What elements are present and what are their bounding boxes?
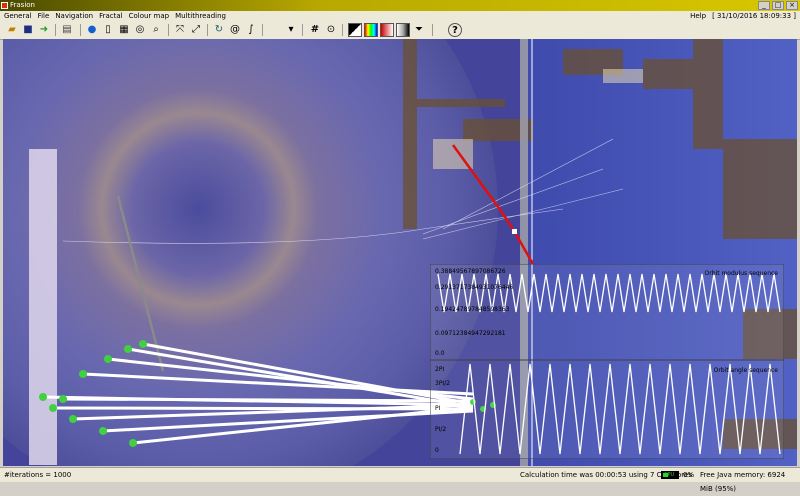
spiral-icon[interactable]: @	[228, 23, 242, 37]
curve-icon[interactable]: ∫	[244, 23, 258, 37]
app-icon	[1, 2, 8, 9]
modulus-tick-0: 0.38849567897086726	[435, 268, 506, 275]
orbit-sequence-panel: 0.38849567897086726 0.291371738493107644…	[430, 264, 784, 459]
bookmark-icon[interactable]: ▾	[284, 23, 298, 37]
angle-tick-0: 2PI	[435, 366, 445, 373]
fit-icon[interactable]: ⤧	[173, 23, 187, 37]
save-icon[interactable]: ■	[21, 23, 35, 37]
modulus-tick-2: 0.194247897848598363	[435, 306, 510, 313]
palette-icon[interactable]: ⊙	[324, 23, 338, 37]
modulus-tick-1: 0.2913717384931076446	[435, 284, 514, 291]
swatch-icon[interactable]	[380, 23, 394, 37]
window-title: Frasion	[10, 1, 35, 9]
title-bar: Frasion _ □ ×	[0, 0, 800, 11]
zoom-icon[interactable]: ⌕	[149, 23, 163, 37]
date-display: [ 31/10/2016 18:09:33 ]	[712, 12, 796, 20]
modulus-tick-3: 0.09712384947292181	[435, 330, 506, 337]
menu-colour-map[interactable]: Colour map	[129, 11, 170, 21]
maximize-button[interactable]: □	[772, 1, 784, 10]
info-icon[interactable]: ●	[85, 23, 99, 37]
swatch-2-icon[interactable]	[396, 23, 410, 37]
menu-help[interactable]: Help	[690, 11, 706, 21]
angle-tick-3: PI/2	[435, 426, 447, 433]
menu-fractal[interactable]: Fractal	[99, 11, 123, 21]
colour-icon[interactable]	[364, 23, 378, 37]
menu-general[interactable]: General	[4, 11, 32, 21]
menu-navigation[interactable]: Navigation	[55, 11, 93, 21]
gradient-icon[interactable]	[348, 23, 362, 37]
cpu-percent: 0%	[683, 471, 695, 479]
angle-tick-1: 3PI/2	[435, 380, 451, 387]
angle-tick-2: PI	[435, 405, 441, 412]
modulus-tick-4: 0.0	[435, 350, 445, 357]
orbit-sequence-plot	[430, 264, 784, 459]
filter-icon[interactable]: ⏷	[412, 23, 426, 37]
grid-icon[interactable]: ▦	[117, 23, 131, 37]
close-button[interactable]: ×	[786, 1, 798, 10]
minimize-button[interactable]: _	[758, 1, 770, 10]
print-icon[interactable]: ▤	[60, 23, 74, 37]
window-controls: _ □ ×	[758, 1, 798, 10]
menu-file[interactable]: File	[38, 11, 50, 21]
menu-multithreading[interactable]: Multithreading	[175, 11, 226, 21]
cpu-label: CPU	[664, 472, 675, 478]
fractal-canvas[interactable]: 0.38849567897086726 0.291371738493107644…	[3, 39, 797, 466]
free-memory: Free Java memory: 6924 MiB (95%)	[700, 471, 786, 493]
help-icon[interactable]: ?	[448, 23, 462, 37]
iterations-count: #iterations = 1000	[4, 471, 72, 479]
expand-icon[interactable]: ⤢	[189, 23, 203, 37]
target-icon[interactable]: ◎	[133, 23, 147, 37]
toolbar: ▰ ■ ➜ ▤ ● ▯ ▦ ◎ ⌕ ⤧ ⤢ ↻ @ ∫ ▾ # ⊙ ⏷ ?	[0, 21, 800, 40]
angle-tick-4: 0	[435, 447, 439, 454]
angle-sequence-title: Orbit angle sequence	[713, 367, 778, 374]
status-bar: #iterations = 1000 Calculation time was …	[0, 467, 800, 493]
menu-bar: General File Navigation Fractal Colour m…	[0, 11, 800, 21]
open-folder-icon[interactable]: ▰	[5, 23, 19, 37]
export-icon[interactable]: ➜	[37, 23, 51, 37]
document-icon[interactable]: ▯	[101, 23, 115, 37]
modulus-sequence-title: Orbit modulus sequence	[704, 270, 778, 277]
rotate-icon[interactable]: ↻	[212, 23, 226, 37]
hash-icon[interactable]: #	[308, 23, 322, 37]
